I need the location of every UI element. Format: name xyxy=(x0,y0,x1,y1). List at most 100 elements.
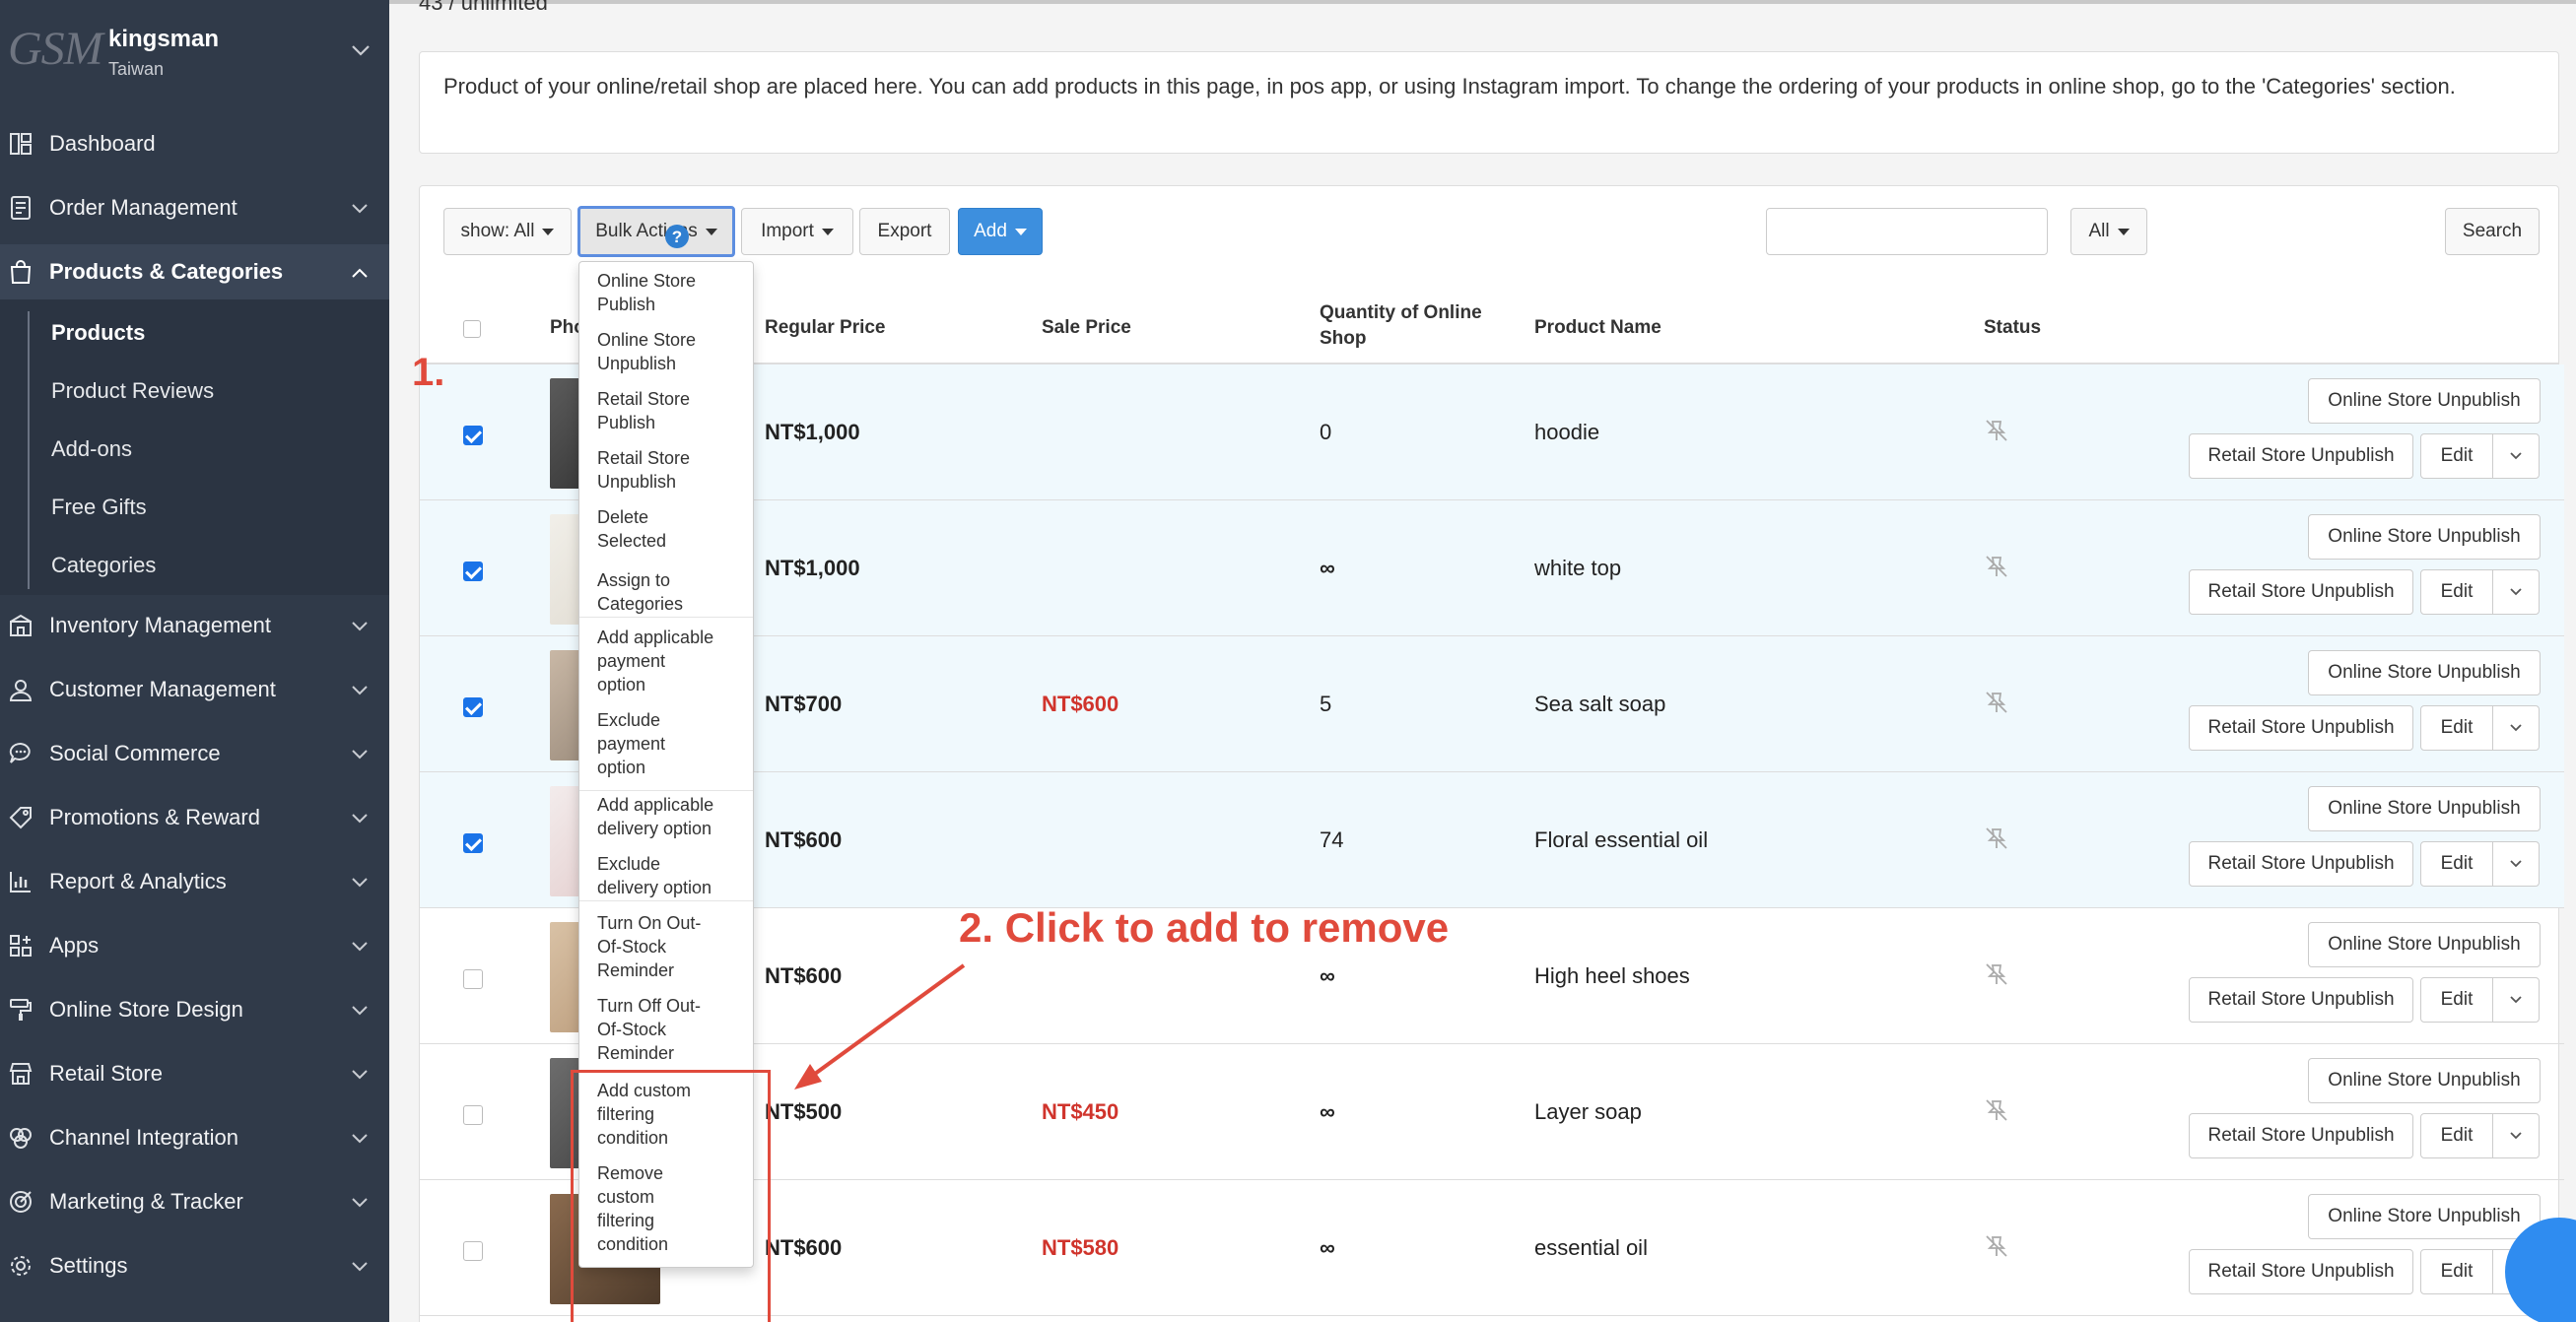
nav-channel-integration[interactable]: Channel Integration xyxy=(0,1110,389,1165)
online-store-unpublish-button[interactable]: Online Store Unpublish xyxy=(2308,786,2541,831)
nav-online-store-design[interactable]: Online Store Design xyxy=(0,982,389,1037)
subnav-free-gifts[interactable]: Free Gifts xyxy=(51,495,147,520)
menu-item-add-payment-option[interactable]: Add applicable payment option xyxy=(597,626,745,696)
annotation-step-1: 1. xyxy=(412,351,445,394)
online-store-unpublish-button[interactable]: Online Store Unpublish xyxy=(2308,378,2541,424)
nav-report-analytics[interactable]: Report & Analytics xyxy=(0,854,389,909)
store-switcher[interactable]: GSM kingsman Taiwan xyxy=(0,0,389,103)
row-more-dropdown[interactable] xyxy=(2492,705,2540,751)
store-logo: GSM xyxy=(8,23,103,75)
row-more-dropdown[interactable] xyxy=(2492,433,2540,479)
subnav-product-reviews[interactable]: Product Reviews xyxy=(51,378,214,404)
retail-store-unpublish-label: Retail Store Unpublish xyxy=(2207,445,2395,466)
bulk-actions-button[interactable]: Bulk Actions xyxy=(577,206,735,257)
select-all-checkbox[interactable] xyxy=(463,320,481,338)
menu-item-remove-custom-filter[interactable]: Remove custom filtering condition xyxy=(597,1161,745,1256)
subnav-add-ons[interactable]: Add-ons xyxy=(51,436,132,462)
chevron-down-icon xyxy=(2510,996,2522,1004)
search-button[interactable]: Search xyxy=(2445,208,2540,255)
menu-item-line: Publish xyxy=(597,295,656,314)
edit-button[interactable]: Edit xyxy=(2420,433,2493,479)
nav-social-commerce[interactable]: Social Commerce xyxy=(0,726,389,781)
product-name: white top xyxy=(1534,556,1622,580)
nav-order-management[interactable]: Order Management xyxy=(0,180,389,235)
edit-button[interactable]: Edit xyxy=(2420,1113,2493,1158)
menu-item-add-delivery-option[interactable]: Add applicable delivery option xyxy=(597,793,745,840)
top-border xyxy=(389,0,2576,4)
nav-settings[interactable]: Settings xyxy=(0,1238,389,1293)
submenu-divider xyxy=(28,311,30,589)
row-more-dropdown[interactable] xyxy=(2492,841,2540,887)
menu-item-turn-off-oos-reminder[interactable]: Turn Off Out- Of-Stock Reminder xyxy=(597,994,745,1065)
online-store-unpublish-button[interactable]: Online Store Unpublish xyxy=(2308,514,2541,560)
dashboard-icon xyxy=(10,133,32,155)
row-more-dropdown[interactable] xyxy=(2492,569,2540,615)
retail-store-unpublish-button[interactable]: Retail Store Unpublish xyxy=(2189,1249,2413,1294)
retail-store-unpublish-button[interactable]: Retail Store Unpublish xyxy=(2189,433,2413,479)
add-button[interactable]: Add xyxy=(958,208,1043,255)
edit-button[interactable]: Edit xyxy=(2420,977,2493,1023)
retail-store-unpublish-button[interactable]: Retail Store Unpublish xyxy=(2189,977,2413,1023)
sidebar: GSM kingsman Taiwan Dashboard Order Mana… xyxy=(0,0,389,1322)
nav-inventory-management[interactable]: Inventory Management xyxy=(0,598,389,653)
retail-store-unpublish-button[interactable]: Retail Store Unpublish xyxy=(2189,569,2413,615)
menu-item-retail-store-unpublish[interactable]: Retail Store Unpublish xyxy=(597,446,745,494)
online-store-unpublish-label: Online Store Unpublish xyxy=(2328,798,2521,819)
menu-item-add-custom-filter[interactable]: Add custom filtering condition xyxy=(597,1079,745,1150)
menu-item-online-store-unpublish[interactable]: Online Store Unpublish xyxy=(597,328,745,375)
nav-label: Report & Analytics xyxy=(49,869,227,893)
nav-apps[interactable]: Apps xyxy=(0,918,389,973)
row-checkbox[interactable] xyxy=(463,1105,483,1125)
nav-label: Inventory Management xyxy=(49,613,272,637)
menu-item-exclude-delivery-option[interactable]: Exclude delivery option xyxy=(597,852,745,899)
target-icon xyxy=(10,1191,32,1213)
row-more-dropdown[interactable] xyxy=(2492,977,2540,1023)
retail-store-unpublish-button[interactable]: Retail Store Unpublish xyxy=(2189,705,2413,751)
show-filter-button[interactable]: show: All xyxy=(443,208,572,255)
subnav-products[interactable]: Products xyxy=(51,320,145,346)
help-icon[interactable]: ? xyxy=(664,224,690,249)
nav-promotions-reward[interactable]: Promotions & Reward xyxy=(0,790,389,845)
online-store-unpublish-label: Online Store Unpublish xyxy=(2328,390,2521,411)
menu-item-online-store-publish[interactable]: Online Store Publish xyxy=(597,269,745,316)
edit-label: Edit xyxy=(2440,1125,2474,1146)
info-callout: Product of your online/retail shop are p… xyxy=(419,51,2559,154)
row-checkbox[interactable] xyxy=(463,426,483,445)
menu-item-line: Publish xyxy=(597,413,656,432)
menu-item-delete-selected[interactable]: Delete Selected xyxy=(597,505,745,553)
menu-item-line: Reminder xyxy=(597,1043,675,1063)
nav-marketing-tracker[interactable]: Marketing & Tracker xyxy=(0,1174,389,1229)
nav-customer-management[interactable]: Customer Management xyxy=(0,662,389,717)
export-button[interactable]: Export xyxy=(859,208,950,255)
menu-item-turn-on-oos-reminder[interactable]: Turn On Out- Of-Stock Reminder xyxy=(597,911,745,982)
row-checkbox[interactable] xyxy=(463,969,483,989)
row-checkbox[interactable] xyxy=(463,697,483,717)
retail-store-unpublish-button[interactable]: Retail Store Unpublish xyxy=(2189,1113,2413,1158)
edit-button[interactable]: Edit xyxy=(2420,1249,2493,1294)
row-checkbox[interactable] xyxy=(463,833,483,853)
nav-products-categories[interactable]: Products & Categories xyxy=(0,244,389,299)
online-store-unpublish-button[interactable]: Online Store Unpublish xyxy=(2308,1194,2541,1239)
nav-dashboard[interactable]: Dashboard xyxy=(0,116,389,171)
chevron-down-icon xyxy=(352,750,368,760)
online-store-unpublish-button[interactable]: Online Store Unpublish xyxy=(2308,922,2541,967)
retail-store-unpublish-button[interactable]: Retail Store Unpublish xyxy=(2189,841,2413,887)
edit-button[interactable]: Edit xyxy=(2420,569,2493,615)
row-more-dropdown[interactable] xyxy=(2492,1113,2540,1158)
row-checkbox[interactable] xyxy=(463,562,483,581)
online-store-unpublish-button[interactable]: Online Store Unpublish xyxy=(2308,650,2541,695)
online-store-unpublish-button[interactable]: Online Store Unpublish xyxy=(2308,1058,2541,1103)
menu-item-line: Turn Off Out- xyxy=(597,996,702,1016)
search-input[interactable] xyxy=(1766,208,2048,255)
subnav-categories[interactable]: Categories xyxy=(51,553,156,578)
menu-item-assign-to-categories[interactable]: Assign to Categories xyxy=(597,568,745,616)
add-label: Add xyxy=(974,221,1007,241)
edit-button[interactable]: Edit xyxy=(2420,841,2493,887)
edit-button[interactable]: Edit xyxy=(2420,705,2493,751)
filter-all-button[interactable]: All xyxy=(2070,208,2147,255)
nav-retail-store[interactable]: Retail Store xyxy=(0,1046,389,1101)
menu-item-exclude-payment-option[interactable]: Exclude payment option xyxy=(597,708,745,779)
menu-item-retail-store-publish[interactable]: Retail Store Publish xyxy=(597,387,745,434)
import-button[interactable]: Import xyxy=(741,208,853,255)
row-checkbox[interactable] xyxy=(463,1241,483,1261)
